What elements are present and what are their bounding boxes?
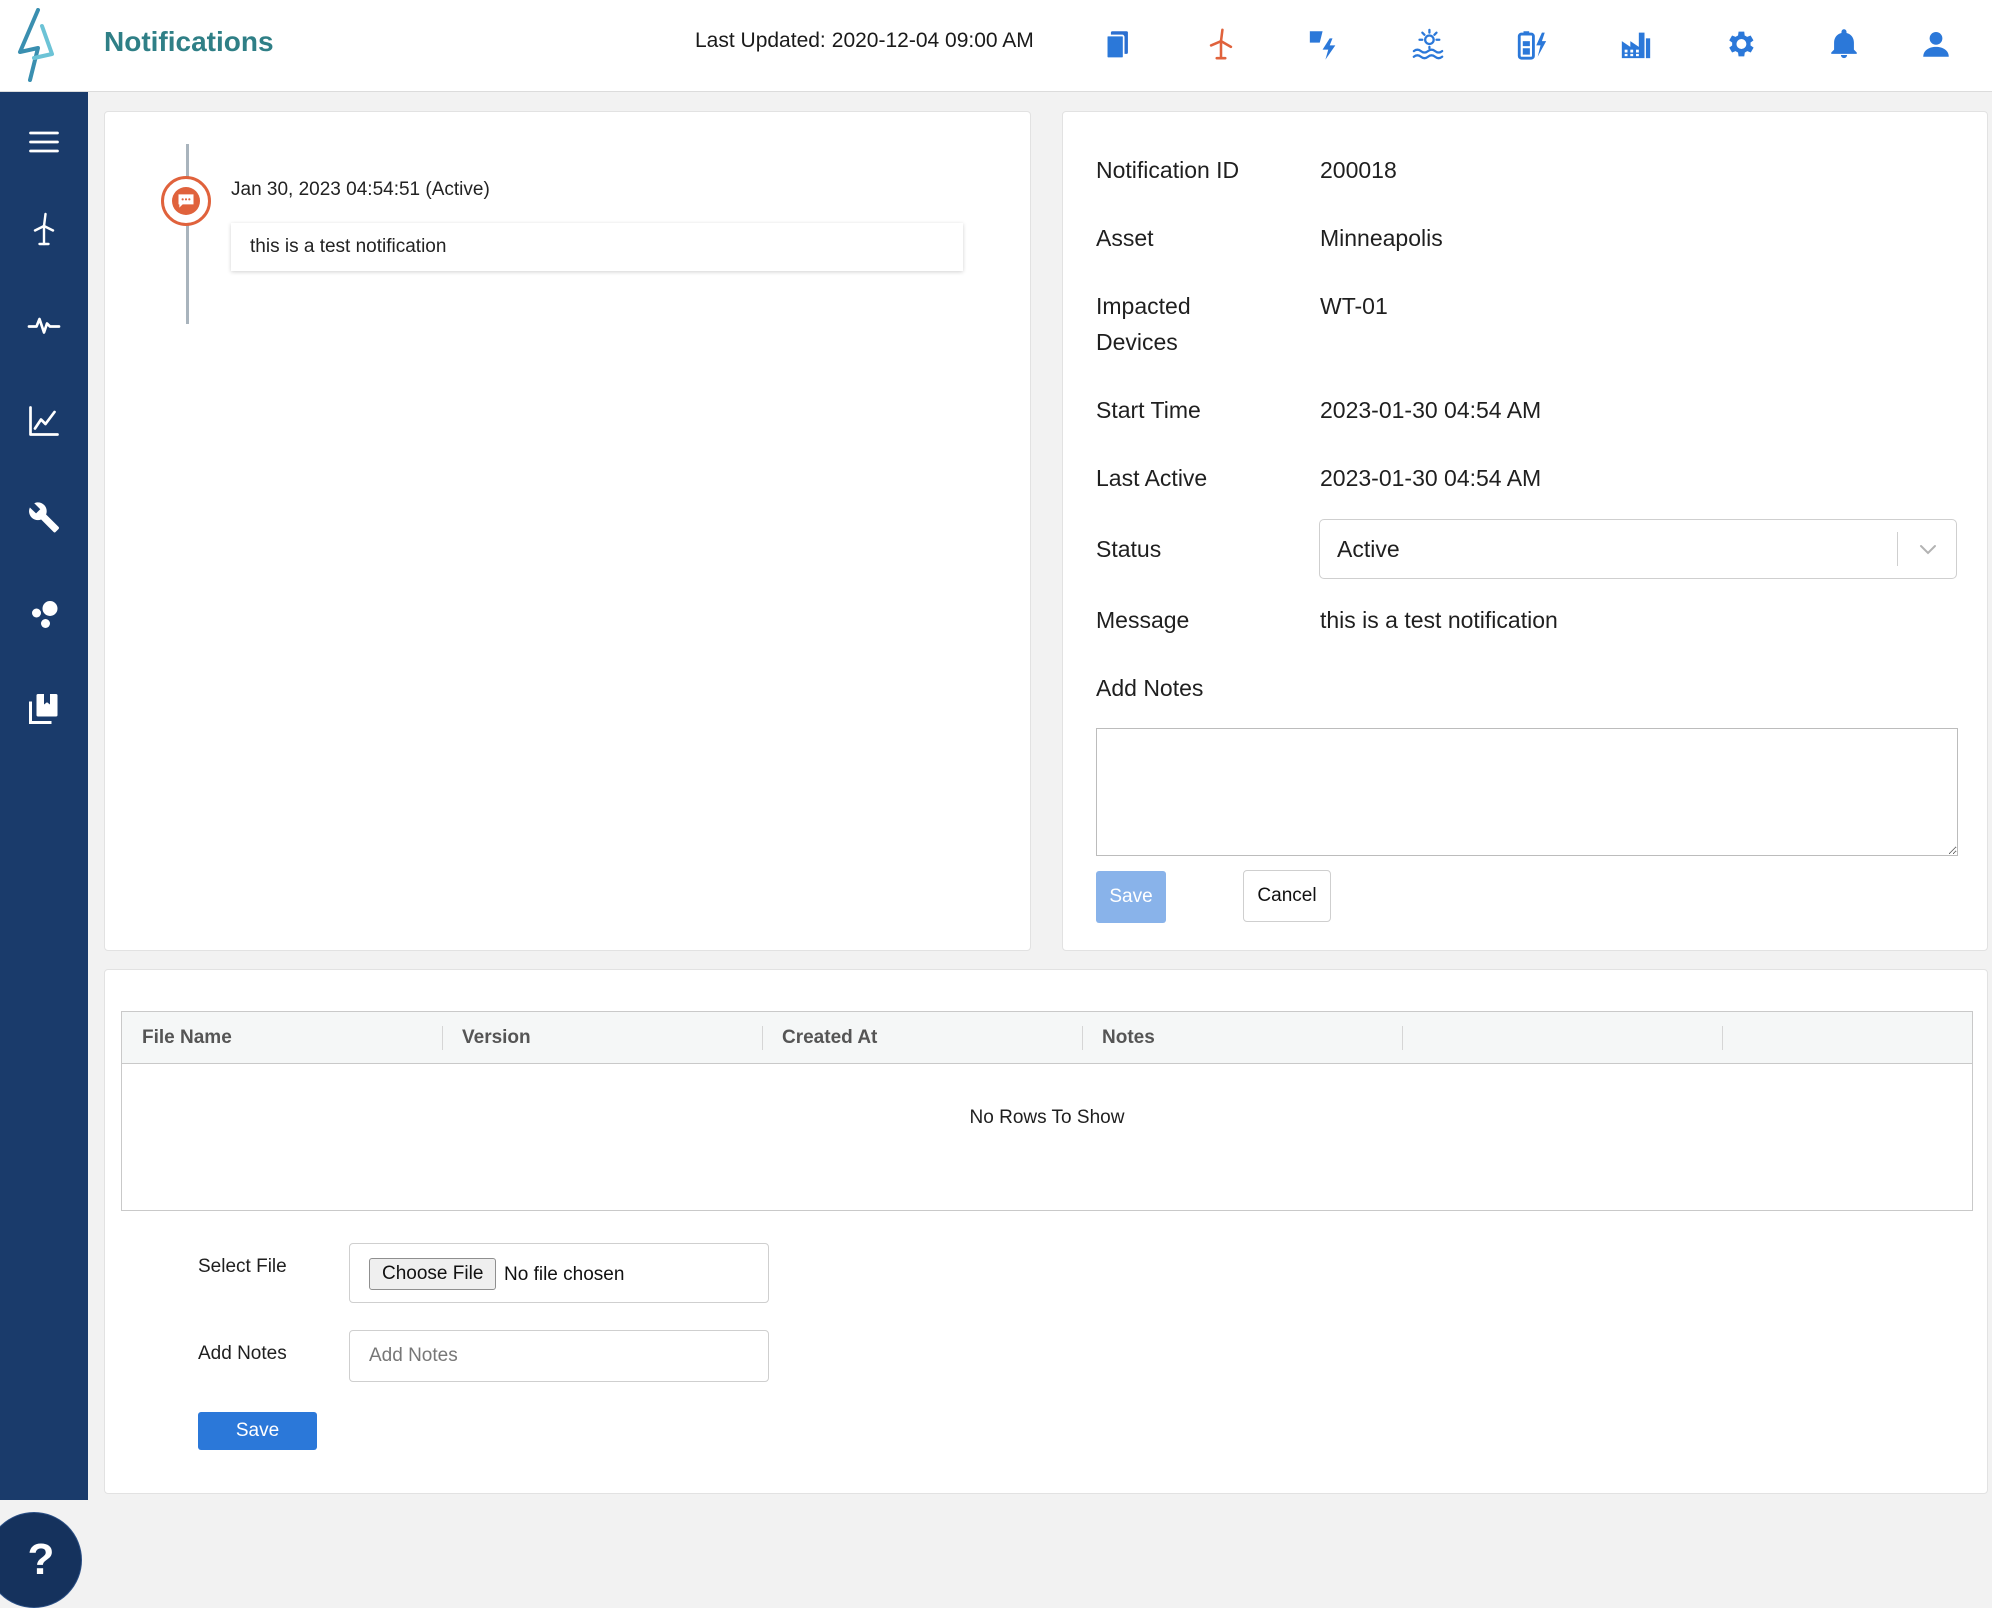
select-file-label: Select File [198, 1256, 287, 1277]
files-table: File Name Version Created At Notes No Ro… [121, 1011, 1973, 1211]
add-notes-label: Add Notes [1096, 675, 1204, 701]
gear-icon[interactable] [1716, 20, 1764, 68]
user-icon[interactable] [1912, 20, 1960, 68]
last-updated-value: 2020-12-04 09:00 AM [831, 29, 1034, 52]
chevron-down-icon [1920, 545, 1936, 555]
menu-icon[interactable] [14, 112, 74, 172]
column-header-blank-2[interactable] [1722, 1012, 1972, 1064]
choose-file-button[interactable]: Choose File [369, 1258, 497, 1290]
timeline-card: Jan 30, 2023 04:54:51 (Active) this is a… [104, 111, 1031, 951]
wind-turbine-icon[interactable] [1197, 20, 1245, 68]
start-time-value: 2023-01-30 04:54 AM [1320, 397, 1542, 423]
save-file-button[interactable]: Save [198, 1412, 317, 1450]
last-active-value: 2023-01-30 04:54 AM [1320, 465, 1542, 491]
notes-textarea[interactable] [1096, 728, 1958, 856]
status-label: Status [1096, 536, 1162, 562]
column-header-notes[interactable]: Notes [1082, 1012, 1402, 1064]
column-header-created-at[interactable]: Created At [762, 1012, 1082, 1064]
water-sun-icon[interactable] [1404, 20, 1452, 68]
notification-detail-card: Notification ID 200018 Asset Minneapolis… [1062, 111, 1988, 951]
timeline-date: Jan 30, 2023 04:54:51 (Active) [231, 179, 490, 200]
last-updated-label: Last Updated: [695, 29, 826, 52]
notification-id-label: Notification ID [1096, 157, 1240, 183]
column-header-file-name[interactable]: File Name [122, 1012, 442, 1064]
help-button[interactable]: ? [0, 1512, 82, 1608]
battery-bolt-icon[interactable] [1508, 20, 1556, 68]
sidebar: ? [0, 92, 88, 1608]
files-card: File Name Version Created At Notes No Ro… [104, 969, 1988, 1494]
start-time-label: Start Time [1096, 397, 1201, 423]
no-file-chosen-text: No file chosen [504, 1264, 625, 1285]
app-logo[interactable] [8, 8, 64, 82]
message-value: this is a test notification [1320, 607, 1558, 633]
message-icon [161, 176, 211, 226]
wind-turbine-icon[interactable] [14, 199, 74, 259]
table-empty-message: No Rows To Show [969, 1107, 1125, 1128]
wrench-icon[interactable] [14, 487, 74, 547]
file-notes-input[interactable] [349, 1330, 769, 1382]
timeline-line [186, 144, 189, 324]
notification-id-value: 200018 [1320, 157, 1397, 183]
cluster-icon[interactable] [14, 583, 74, 643]
save-notes-button[interactable]: Save [1096, 871, 1166, 923]
book-icon[interactable] [1094, 20, 1142, 68]
impacted-devices-value: WT-01 [1320, 293, 1388, 319]
column-header-version[interactable]: Version [442, 1012, 762, 1064]
solar-bolt-icon[interactable] [1300, 20, 1348, 68]
files-table-header: File Name Version Created At Notes [122, 1012, 1972, 1064]
factory-icon[interactable] [1612, 20, 1660, 68]
file-input[interactable]: Choose File No file chosen [349, 1243, 769, 1303]
library-icon[interactable] [14, 679, 74, 739]
status-select-value: Active [1337, 536, 1400, 562]
status-select[interactable]: Active [1319, 519, 1957, 579]
asset-value: Minneapolis [1320, 225, 1443, 251]
page-title: Notifications [104, 26, 274, 57]
last-active-label: Last Active [1096, 465, 1208, 491]
line-chart-icon[interactable] [14, 391, 74, 451]
pulse-icon[interactable] [14, 295, 74, 355]
cancel-button[interactable]: Cancel [1243, 870, 1331, 922]
message-label: Message [1096, 607, 1190, 633]
top-bar: Notifications Last Updated: 2020-12-04 09… [0, 0, 1992, 92]
file-add-notes-label: Add Notes [198, 1343, 287, 1364]
last-updated: Last Updated: 2020-12-04 09:00 AM [695, 29, 1034, 53]
bell-icon[interactable] [1820, 20, 1868, 68]
status-select-separator [1897, 532, 1898, 566]
timeline-message: this is a test notification [231, 223, 963, 271]
impacted-devices-label: Impacted Devices [1096, 293, 1191, 355]
column-header-blank-1[interactable] [1402, 1012, 1722, 1064]
asset-label: Asset [1096, 225, 1154, 251]
